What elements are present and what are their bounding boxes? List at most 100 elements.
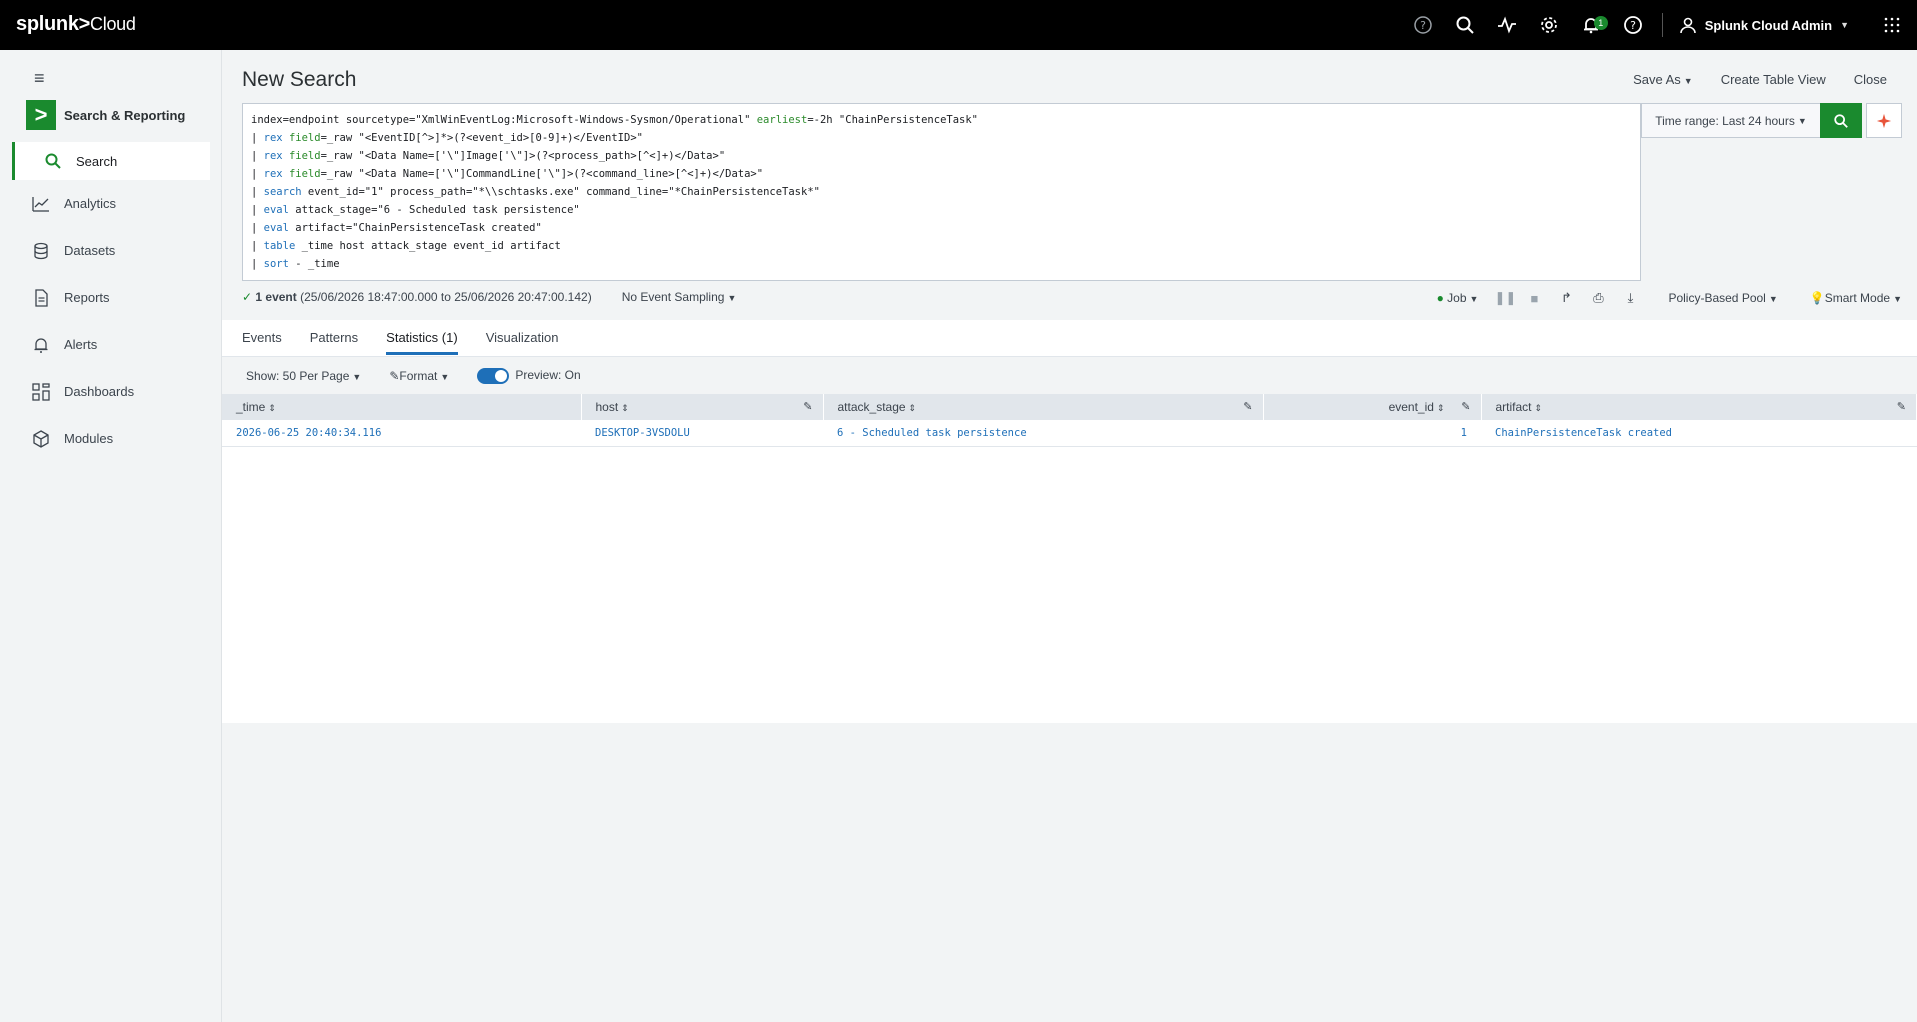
query-line: | search event_id="1" process_path="*\\s… (251, 183, 1632, 201)
create-table-view-button[interactable]: Create Table View (1721, 72, 1826, 87)
query-pipe: | (251, 204, 264, 216)
sort-icon: ⇕ (621, 403, 629, 413)
cell-attack-stage[interactable]: 6 - Scheduled task persistence (823, 420, 1263, 447)
sidebar-item-analytics[interactable]: Analytics (0, 180, 222, 227)
sort-icon: ⇕ (268, 403, 276, 413)
tab-patterns[interactable]: Patterns (310, 320, 358, 355)
query-keyword: field (288, 150, 321, 162)
cell-host[interactable]: DESKTOP-3VSDOLU (581, 420, 823, 447)
sidebar-item-datasets[interactable]: Datasets (0, 227, 222, 274)
save-as-label: Save As (1633, 72, 1681, 87)
gear-icon[interactable] (1528, 0, 1570, 50)
query-pipe: | (251, 240, 264, 252)
share-icon[interactable]: ↱ (1558, 290, 1574, 306)
app-title[interactable]: > Search & Reporting (26, 100, 185, 130)
cell-time[interactable]: 2026-06-25 20:40:34.116 (222, 420, 581, 447)
cell-event-id[interactable]: 1 (1263, 420, 1481, 447)
query-command: rex (263, 132, 283, 144)
sidebar-item-modules[interactable]: Modules (0, 415, 222, 462)
preview-label: Preview: On (515, 367, 581, 382)
status-dot-icon: ● (1436, 291, 1444, 305)
sidebar-item-label: Dashboards (64, 384, 135, 399)
query-text: artifact="ChainPersistenceTask created" (288, 222, 542, 234)
user-icon (1679, 17, 1696, 34)
pool-dropdown[interactable]: Policy-Based Pool ▼ (1668, 291, 1777, 305)
query-text: event_id="1" process_path="*\\schtasks.e… (301, 186, 820, 198)
check-icon: ✓ (242, 290, 253, 304)
job-menu[interactable]: ● Job ▼ (1437, 291, 1479, 305)
bell-icon[interactable]: 1 (1570, 0, 1612, 50)
sidebar: ≡ > Search & Reporting Search Analytics … (0, 50, 222, 1022)
edit-column-icon[interactable]: ✎ (803, 400, 812, 413)
event-sampling-dropdown[interactable]: No Event Sampling ▼ (622, 290, 737, 304)
query-keyword: earliest (756, 114, 808, 126)
column-label: attack_stage (837, 400, 906, 414)
sidebar-item-dashboards[interactable]: Dashboards (0, 368, 222, 415)
preview-toggle[interactable]: Preview: On (477, 367, 581, 384)
user-menu[interactable]: Splunk Cloud Admin ▼ (1671, 0, 1867, 50)
edit-column-icon[interactable]: ✎ (1461, 400, 1470, 413)
sidebar-item-reports[interactable]: Reports (0, 274, 222, 321)
tab-visualization[interactable]: Visualization (486, 320, 559, 355)
sidebar-item-alerts[interactable]: Alerts (0, 321, 222, 368)
results-panel: Events Patterns Statistics (1) Visualiza… (222, 320, 1917, 723)
time-range-picker[interactable]: Time range: Last 24 hours ▼ (1641, 103, 1821, 138)
search-query-editor[interactable]: index=endpoint sourcetype="XmlWinEventLo… (242, 103, 1641, 281)
ai-assistant-button[interactable] (1866, 103, 1902, 138)
print-icon[interactable]: ⎙ (1590, 290, 1606, 306)
close-button[interactable]: Close (1854, 72, 1887, 87)
dashboards-icon (32, 382, 50, 401)
logo-main: splunk> (16, 13, 91, 35)
column-label: artifact (1495, 400, 1532, 414)
column-header[interactable]: host ⇕ ✎ (581, 394, 824, 420)
query-command: eval (263, 204, 289, 216)
column-header[interactable]: artifact ⇕ ✎ (1481, 394, 1917, 420)
chevron-down-icon: ▼ (352, 371, 362, 382)
topbar-divider (1661, 13, 1663, 37)
tab-statistics[interactable]: Statistics (1) (386, 320, 458, 355)
tab-events[interactable]: Events (242, 320, 282, 355)
help-circle-icon[interactable]: ? (1402, 0, 1444, 50)
search-mode-label: Smart Mode (1824, 291, 1891, 305)
splunk-logo[interactable]: splunk>Cloud (16, 13, 136, 36)
hamburger-menu-icon[interactable]: ≡ (34, 68, 45, 89)
save-as-button[interactable]: Save As ▼ (1633, 72, 1693, 87)
pause-icon[interactable]: ❚❚ (1494, 290, 1516, 306)
cell-artifact[interactable]: ChainPersistenceTask created (1481, 420, 1917, 447)
notification-badge: 1 (1593, 16, 1608, 30)
column-header[interactable]: event_id ⇕ ✎ (1263, 394, 1482, 420)
time-range-label: Time range: Last 24 hours (1655, 113, 1795, 128)
query-pipe: | (251, 186, 264, 198)
column-label: event_id (1388, 400, 1434, 414)
query-command: sort (263, 258, 289, 270)
stop-icon[interactable]: ■ (1526, 291, 1542, 306)
search-submit-button[interactable] (1820, 103, 1862, 138)
search-icon (1834, 113, 1848, 128)
query-command: eval (263, 222, 289, 234)
apps-grid-icon[interactable] (1867, 0, 1917, 50)
activity-icon[interactable] (1486, 0, 1528, 50)
search-mode-dropdown[interactable]: 💡Smart Mode ▼ (1810, 291, 1902, 305)
edit-column-icon[interactable]: ✎ (1897, 400, 1906, 413)
edit-column-icon[interactable]: ✎ (1243, 400, 1252, 413)
page-size-dropdown[interactable]: Show: 50 Per Page ▼ (246, 369, 361, 383)
page-title: New Search (242, 68, 357, 91)
sidebar-item-label: Analytics (64, 196, 117, 211)
search-icon[interactable] (1444, 0, 1486, 50)
help-icon[interactable]: ? (1612, 0, 1654, 50)
export-icon[interactable]: ⤓ (1622, 290, 1638, 306)
query-line: index=endpoint sourcetype="XmlWinEventLo… (251, 111, 1632, 129)
chevron-down-icon: ▼ (440, 371, 450, 382)
format-dropdown[interactable]: ✎Format ▼ (389, 369, 449, 383)
column-header[interactable]: attack_stage ⇕ ✎ (823, 394, 1264, 420)
sidebar-item-label: Alerts (64, 337, 98, 352)
chevron-down-icon: ▼ (1768, 294, 1778, 304)
query-command: table (263, 240, 296, 252)
query-command: rex (263, 168, 283, 180)
search-icon (45, 153, 61, 169)
event-sampling-label: No Event Sampling (621, 290, 725, 304)
column-header[interactable]: _time ⇕ (222, 394, 582, 420)
chevron-down-icon: ▼ (1797, 115, 1807, 126)
event-count: 1 event (255, 290, 297, 304)
sidebar-item-search[interactable]: Search (12, 142, 210, 180)
